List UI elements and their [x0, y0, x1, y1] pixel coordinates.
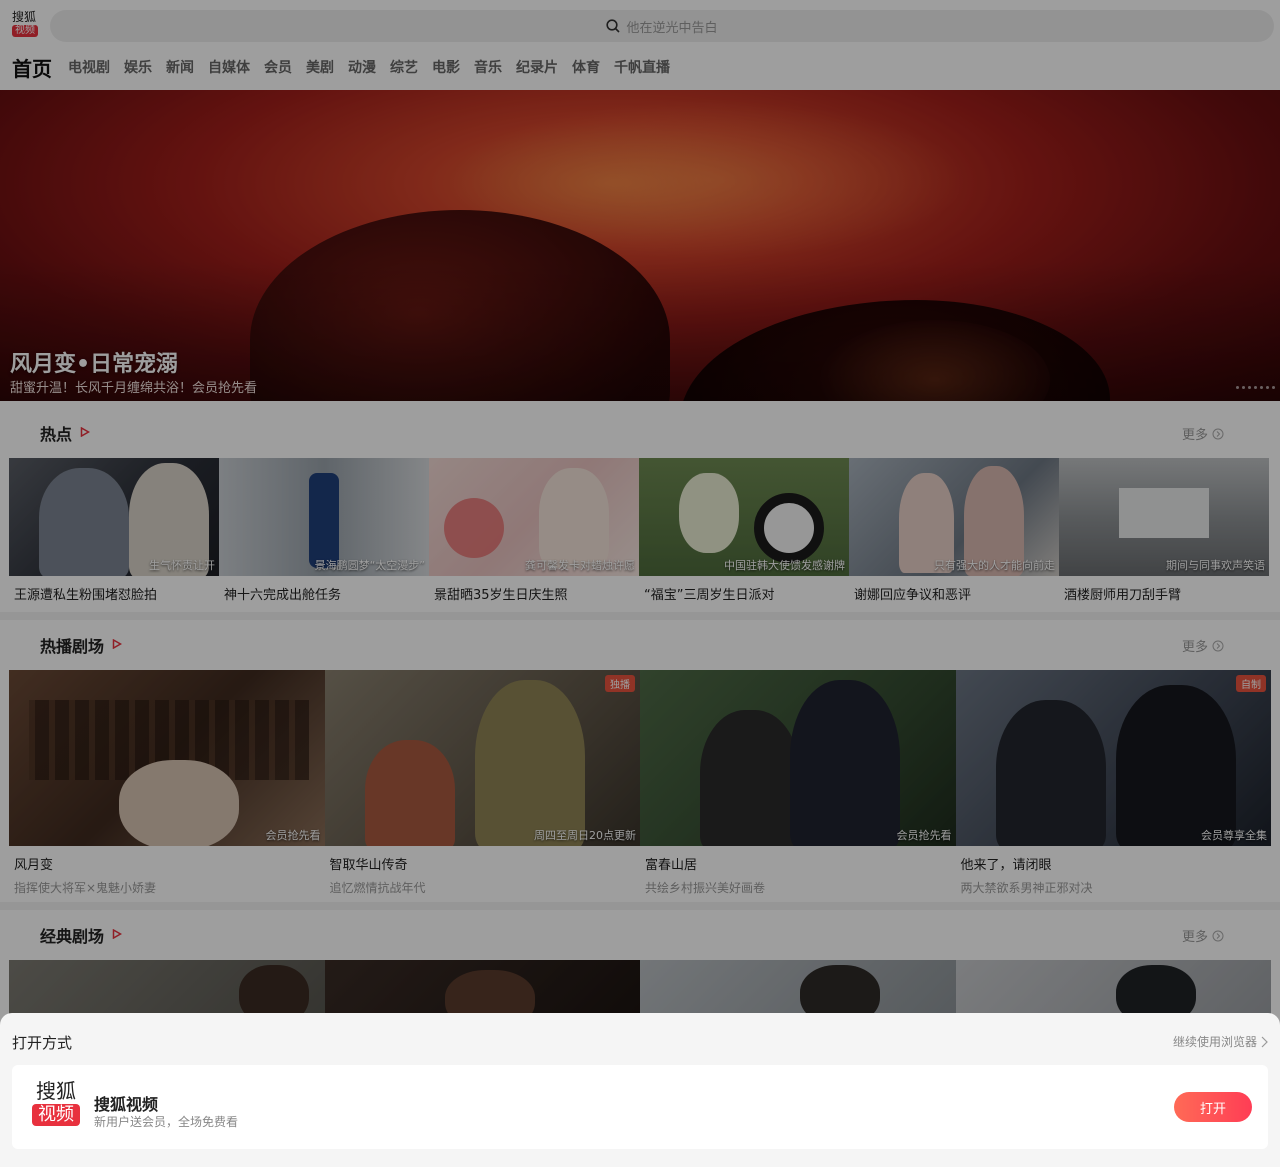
continue-label: 继续使用浏览器: [1172, 1035, 1257, 1049]
app-name: 搜狐视频: [94, 1095, 159, 1114]
sohu-video-app-icon: 搜狐 视频: [32, 1079, 80, 1126]
modal-backdrop[interactable]: [0, 0, 1280, 1167]
open-with-sheet: 打开方式 继续使用浏览器 搜狐 视频 搜狐视频 新用户送会员，全场免费看 打开: [0, 1013, 1280, 1167]
app-option-card[interactable]: 搜狐 视频 搜狐视频 新用户送会员，全场免费看 打开: [12, 1065, 1268, 1149]
app-logo-text-video: 视频: [32, 1104, 80, 1126]
app-logo-text-sohu: 搜狐: [36, 1079, 76, 1103]
continue-in-browser-link[interactable]: 继续使用浏览器: [1173, 1033, 1268, 1050]
open-app-button[interactable]: 打开: [1174, 1092, 1252, 1122]
app-description: 新用户送会员，全场免费看: [94, 1115, 239, 1129]
chevron-right-icon: [1261, 1036, 1268, 1047]
sheet-title: 打开方式: [12, 1034, 73, 1052]
